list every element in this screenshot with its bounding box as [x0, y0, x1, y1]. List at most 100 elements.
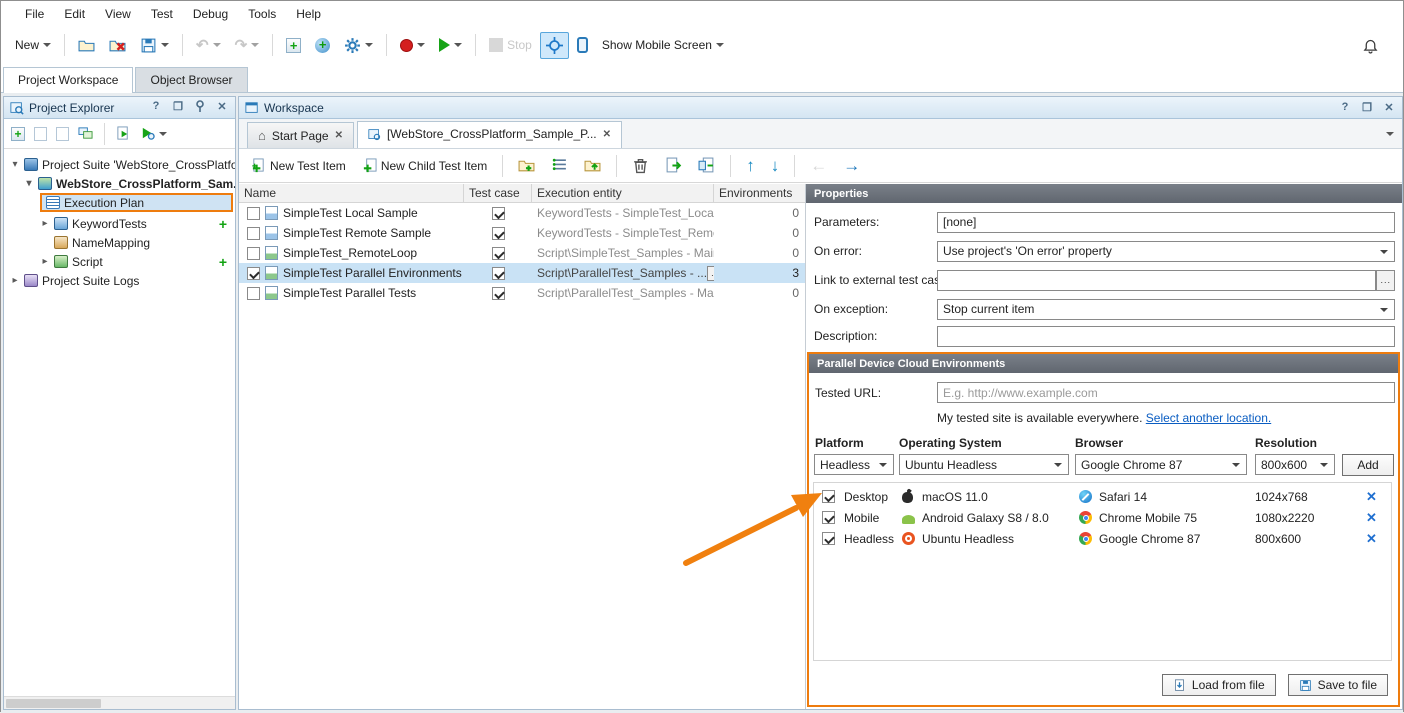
test-case-checkbox[interactable]	[492, 207, 505, 220]
row-checkbox[interactable]	[247, 227, 260, 240]
undo-button[interactable]: ↶	[190, 31, 227, 59]
stop-button[interactable]: Stop	[483, 32, 538, 58]
open-item-button[interactable]	[53, 121, 72, 147]
new-item-button[interactable]	[31, 121, 50, 147]
row-checkbox[interactable]	[247, 267, 260, 280]
ungroup-button[interactable]	[578, 152, 607, 179]
tree-item-keyword-tests[interactable]: ▸ KeywordTests +	[40, 214, 233, 233]
row-checkbox[interactable]	[247, 247, 260, 260]
notifications-button[interactable]	[1356, 32, 1385, 59]
environment-checkbox[interactable]	[822, 490, 835, 503]
load-from-file-button[interactable]: Load from file	[1162, 674, 1276, 696]
table-row[interactable]: SimpleTest Remote Sample KeywordTests - …	[239, 223, 805, 243]
select-another-location-link[interactable]: Select another location.	[1146, 411, 1271, 425]
platform-dropdown[interactable]: Headless	[814, 454, 894, 475]
tab-execution-plan-editor[interactable]: [WebStore_CrossPlatform_Sample_P... ✕	[357, 121, 622, 148]
paste-items-button[interactable]	[692, 152, 721, 179]
scrollbar-thumb[interactable]	[6, 699, 101, 708]
table-row[interactable]: SimpleTest Local Sample KeywordTests - S…	[239, 203, 805, 223]
delete-environment-icon[interactable]: ✕	[1366, 510, 1377, 526]
add-web-test-button[interactable]: +	[309, 32, 336, 58]
tab-object-browser[interactable]: Object Browser	[135, 67, 247, 92]
close-icon[interactable]: ✕	[603, 129, 611, 140]
expand-icon[interactable]: ▸	[40, 218, 50, 229]
tab-list-chevron-icon[interactable]	[1386, 132, 1394, 140]
indent-item-button[interactable]: →	[837, 151, 866, 181]
tree-item-execution-plan[interactable]: Execution Plan	[40, 193, 233, 212]
mobile-screen-button[interactable]	[571, 32, 594, 58]
expand-icon[interactable]: ▸	[40, 256, 50, 267]
menu-edit[interactable]: Edit	[54, 3, 95, 25]
help-icon[interactable]: ?	[149, 100, 163, 115]
browser-dropdown[interactable]: Google Chrome 87	[1075, 454, 1247, 475]
outdent-item-button[interactable]: ←	[804, 151, 833, 181]
link-to-external-test-case-field[interactable]	[937, 270, 1376, 291]
environment-row[interactable]: Desktop macOS 11.0 Safari 14 1024x768 ✕	[814, 486, 1391, 507]
redo-button[interactable]: ↷	[229, 31, 266, 59]
new-group-button[interactable]	[512, 152, 541, 179]
close-icon[interactable]: ✕	[1382, 101, 1396, 114]
on-error-dropdown[interactable]: Use project's 'On error' property	[937, 241, 1395, 262]
parameters-field[interactable]	[937, 212, 1395, 233]
on-exception-dropdown[interactable]: Stop current item	[937, 299, 1395, 320]
maximize-icon[interactable]: ❐	[171, 100, 185, 115]
record-test-button[interactable]	[394, 32, 431, 58]
delete-item-button[interactable]	[626, 152, 655, 179]
table-row[interactable]: SimpleTest Parallel Tests Script\Paralle…	[239, 283, 805, 303]
table-row[interactable]: SimpleTest_RemoteLoop Script\SimpleTest_…	[239, 243, 805, 263]
menu-file[interactable]: File	[15, 3, 54, 25]
tree-item-name-mapping[interactable]: NameMapping	[54, 233, 150, 252]
show-mobile-screen-button[interactable]: Show Mobile Screen	[596, 32, 730, 58]
move-up-button[interactable]: ↑	[740, 151, 761, 181]
column-header-test-case[interactable]: Test case	[464, 184, 532, 202]
run-test-button[interactable]	[433, 32, 468, 58]
close-file-button[interactable]	[103, 32, 132, 59]
test-case-checkbox[interactable]	[492, 227, 505, 240]
horizontal-scrollbar[interactable]	[4, 696, 235, 709]
view-organizer-button[interactable]	[75, 121, 96, 147]
tab-project-workspace[interactable]: Project Workspace	[3, 67, 133, 93]
tree-item-project[interactable]: ▾ WebStore_CrossPlatform_Sam...	[24, 174, 235, 193]
test-case-checkbox[interactable]	[492, 247, 505, 260]
row-checkbox[interactable]	[247, 207, 260, 220]
environment-checkbox[interactable]	[822, 532, 835, 545]
test-case-checkbox[interactable]	[492, 287, 505, 300]
tab-start-page[interactable]: ⌂ Start Page ✕	[247, 122, 354, 148]
browse-link-button[interactable]: ...	[1376, 270, 1395, 291]
table-row-selected[interactable]: SimpleTest Parallel Environments Script\…	[239, 263, 805, 283]
menu-debug[interactable]: Debug	[183, 3, 238, 25]
menu-help[interactable]: Help	[286, 3, 331, 25]
save-to-file-button[interactable]: Save to file	[1288, 674, 1388, 696]
add-environment-button[interactable]: Add	[1342, 454, 1394, 476]
browse-entity-button[interactable]: ...	[707, 266, 714, 281]
tested-url-input[interactable]	[937, 382, 1395, 403]
environment-row[interactable]: Mobile Android Galaxy S8 / 8.0 Chrome Mo…	[814, 507, 1391, 528]
description-field[interactable]	[937, 326, 1395, 347]
pin-icon[interactable]	[193, 100, 207, 115]
help-icon[interactable]: ?	[1338, 101, 1352, 114]
operating-system-dropdown[interactable]: Ubuntu Headless	[899, 454, 1069, 475]
run-selected-button[interactable]	[113, 121, 134, 147]
run-with-options-button[interactable]	[137, 121, 170, 147]
save-button[interactable]	[134, 32, 175, 59]
collapse-icon[interactable]: ▾	[24, 178, 34, 189]
menu-view[interactable]: View	[95, 3, 141, 25]
add-script-button[interactable]: +	[219, 254, 233, 270]
menu-test[interactable]: Test	[141, 3, 183, 25]
tree-item-project-suite-logs[interactable]: ▸ Project Suite Logs	[10, 271, 139, 290]
expand-icon[interactable]: ▸	[10, 275, 20, 286]
move-down-button[interactable]: ↓	[765, 151, 786, 181]
environment-row[interactable]: Headless Ubuntu Headless Google Chrome 8…	[814, 528, 1391, 549]
object-spy-button[interactable]	[540, 32, 569, 59]
close-icon[interactable]: ✕	[335, 130, 343, 141]
resolution-dropdown[interactable]: 800x600	[1255, 454, 1335, 475]
add-new-item-button[interactable]: +	[280, 32, 307, 58]
open-file-button[interactable]	[72, 32, 101, 59]
column-header-environments[interactable]: Environments	[714, 184, 805, 202]
new-button[interactable]: New	[9, 32, 57, 58]
copy-items-button[interactable]	[659, 152, 688, 179]
column-header-name[interactable]: Name	[239, 184, 464, 202]
delete-environment-icon[interactable]: ✕	[1366, 531, 1377, 547]
delete-environment-icon[interactable]: ✕	[1366, 489, 1377, 505]
close-icon[interactable]: ✕	[215, 100, 229, 115]
